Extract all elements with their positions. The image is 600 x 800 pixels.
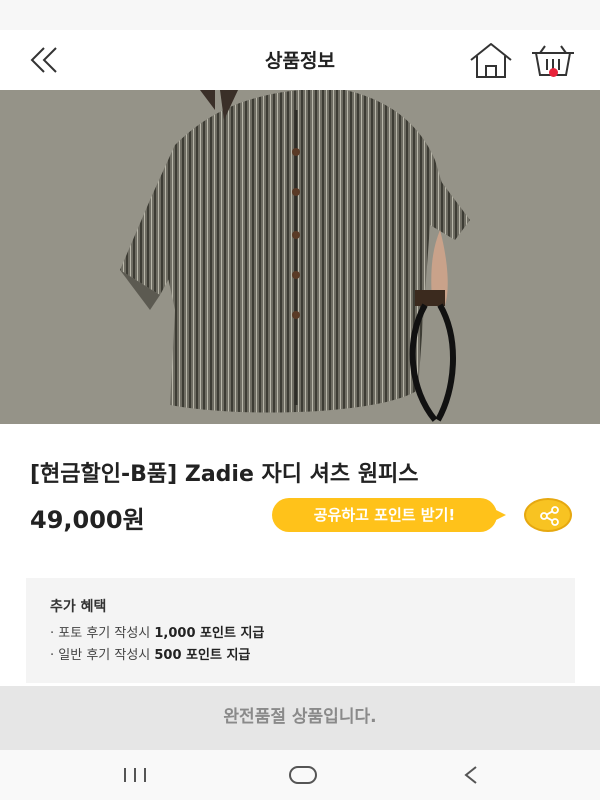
product-price: 49,000원 bbox=[30, 506, 145, 534]
home-button[interactable] bbox=[468, 40, 514, 80]
home-nav-button[interactable] bbox=[283, 764, 323, 786]
benefit-text: · 일반 후기 작성시 bbox=[50, 648, 155, 663]
benefits-title: 추가 혜택 bbox=[50, 599, 107, 615]
recent-apps-icon bbox=[124, 768, 146, 782]
product-title: [현금할인-B품] Zadie 자디 셔츠 원피스 bbox=[30, 462, 419, 487]
benefit-points: 500 포인트 지급 bbox=[154, 648, 251, 663]
back-nav-button[interactable] bbox=[452, 764, 492, 786]
share-icon bbox=[540, 506, 559, 526]
cart-notification-badge bbox=[549, 68, 558, 77]
benefit-text: · 포토 후기 작성시 bbox=[50, 626, 155, 641]
recent-apps-button[interactable] bbox=[115, 764, 155, 786]
system-navigation-bar bbox=[0, 750, 600, 800]
top-nav: 상품정보 bbox=[0, 30, 600, 90]
product-image[interactable] bbox=[0, 90, 600, 424]
soldout-bar: 완전품절 상품입니다. bbox=[0, 686, 600, 750]
home-circle-icon bbox=[289, 766, 317, 784]
share-button[interactable] bbox=[524, 498, 572, 532]
benefit-photo-review: · 포토 후기 작성시 1,000 포인트 지급 bbox=[50, 623, 575, 645]
benefit-points: 1,000 포인트 지급 bbox=[154, 626, 265, 641]
benefit-general-review: · 일반 후기 작성시 500 포인트 지급 bbox=[50, 645, 575, 667]
status-bar bbox=[0, 0, 600, 30]
home-icon bbox=[470, 43, 512, 78]
extra-benefits-box: 추가 혜택 · 포토 후기 작성시 1,000 포인트 지급 · 일반 후기 작… bbox=[26, 578, 575, 683]
chevron-left-icon bbox=[464, 766, 477, 784]
share-points-tooltip[interactable]: 공유하고 포인트 받기! bbox=[272, 498, 506, 532]
